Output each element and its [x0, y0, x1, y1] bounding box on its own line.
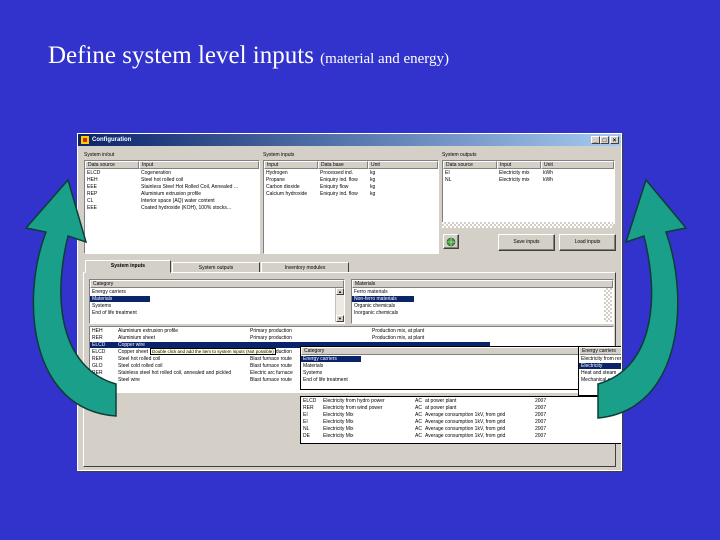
right-curved-arrow: [597, 178, 688, 419]
left-curved-arrow: [24, 178, 117, 417]
tab-system-inputs[interactable]: System inputs: [85, 260, 171, 273]
